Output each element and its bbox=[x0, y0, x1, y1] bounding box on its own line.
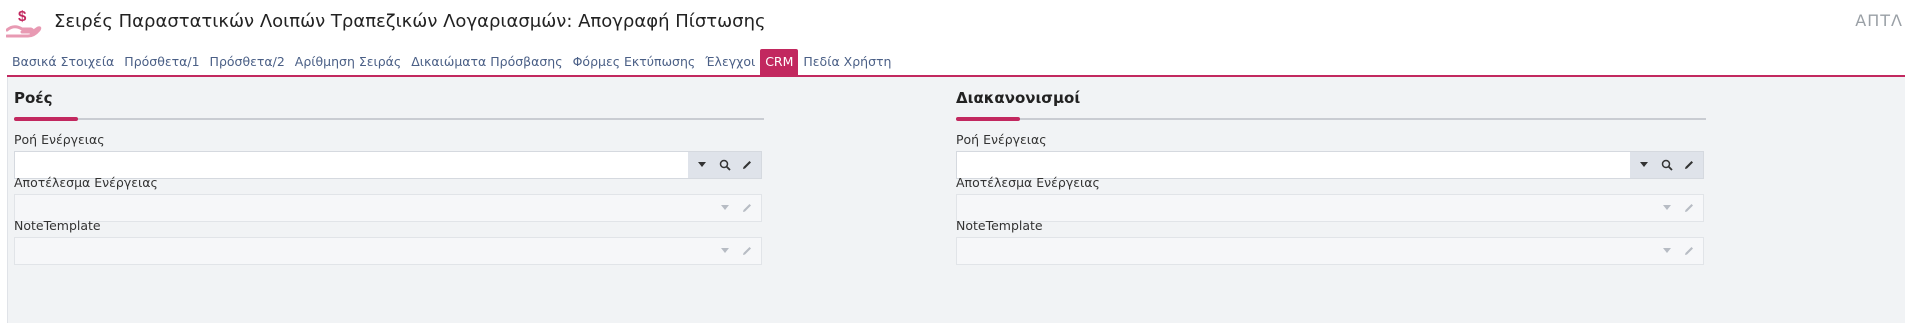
tab-checks[interactable]: Έλεγχοι bbox=[700, 49, 760, 75]
edit-pencil-icon bbox=[739, 243, 755, 259]
section-divider bbox=[14, 118, 764, 120]
search-icon[interactable] bbox=[1659, 157, 1675, 173]
note-template-field bbox=[14, 237, 762, 265]
tab-additional-2[interactable]: Πρόσθετα/2 bbox=[205, 49, 290, 75]
section-accent bbox=[14, 117, 78, 121]
edit-pencil-icon bbox=[1681, 243, 1697, 259]
tab-basic-info[interactable]: Βασικά Στοιχεία bbox=[7, 49, 119, 75]
edit-pencil-icon[interactable] bbox=[1681, 157, 1697, 173]
tab-series-numbering[interactable]: Αρίθμηση Σειράς bbox=[290, 49, 406, 75]
section-title: Διακανονισμοί bbox=[956, 89, 1081, 107]
field-label: Ροή Ενέργειας bbox=[956, 132, 1047, 147]
tab-user-fields[interactable]: Πεδία Χρήστη bbox=[798, 49, 896, 75]
dropdown-arrow-icon[interactable] bbox=[1636, 157, 1652, 173]
section-title: Ροές bbox=[14, 89, 53, 107]
series-code-label: ΑΠΤΛ bbox=[1855, 11, 1903, 30]
edit-pencil-icon bbox=[739, 200, 755, 216]
tab-additional-1[interactable]: Πρόσθετα/1 bbox=[119, 49, 204, 75]
tab-print-forms[interactable]: Φόρμες Εκτύπωσης bbox=[568, 49, 701, 75]
section-divider bbox=[956, 118, 1706, 120]
section-accent bbox=[956, 117, 1020, 121]
page-header: $ Σειρές Παραστατικών Λοιπών Τραπεζικών … bbox=[0, 0, 1913, 46]
action-result-field bbox=[14, 194, 762, 222]
tab-crm[interactable]: CRM bbox=[760, 49, 799, 75]
dropdown-arrow-icon bbox=[1659, 243, 1675, 259]
dropdown-arrow-icon bbox=[717, 200, 733, 216]
page-title: Σειρές Παραστατικών Λοιπών Τραπεζικών Λο… bbox=[54, 11, 766, 32]
edit-pencil-icon[interactable] bbox=[739, 157, 755, 173]
dropdown-arrow-icon bbox=[1659, 200, 1675, 216]
note-template-field bbox=[956, 237, 1704, 265]
field-label: Αποτέλεσμα Ενέργειας bbox=[14, 175, 158, 190]
dropdown-arrow-icon bbox=[717, 243, 733, 259]
field-label: Αποτέλεσμα Ενέργειας bbox=[956, 175, 1100, 190]
field-label: NoteTemplate bbox=[956, 218, 1043, 233]
money-hand-icon: $ bbox=[6, 8, 42, 38]
dropdown-arrow-icon[interactable] bbox=[694, 157, 710, 173]
field-label: Ροή Ενέργειας bbox=[14, 132, 105, 147]
edit-pencil-icon bbox=[1681, 200, 1697, 216]
tab-bar: Βασικά Στοιχεία Πρόσθετα/1 Πρόσθετα/2 Αρ… bbox=[7, 49, 896, 75]
field-label: NoteTemplate bbox=[14, 218, 101, 233]
search-icon[interactable] bbox=[717, 157, 733, 173]
action-result-field bbox=[956, 194, 1704, 222]
svg-text:$: $ bbox=[18, 8, 27, 25]
crm-panel: Ροές Ροή Ενέργειας Αποτέλεσμα Ενέργειας … bbox=[7, 77, 1905, 323]
tab-access-rights[interactable]: Δικαιώματα Πρόσβασης bbox=[406, 49, 567, 75]
